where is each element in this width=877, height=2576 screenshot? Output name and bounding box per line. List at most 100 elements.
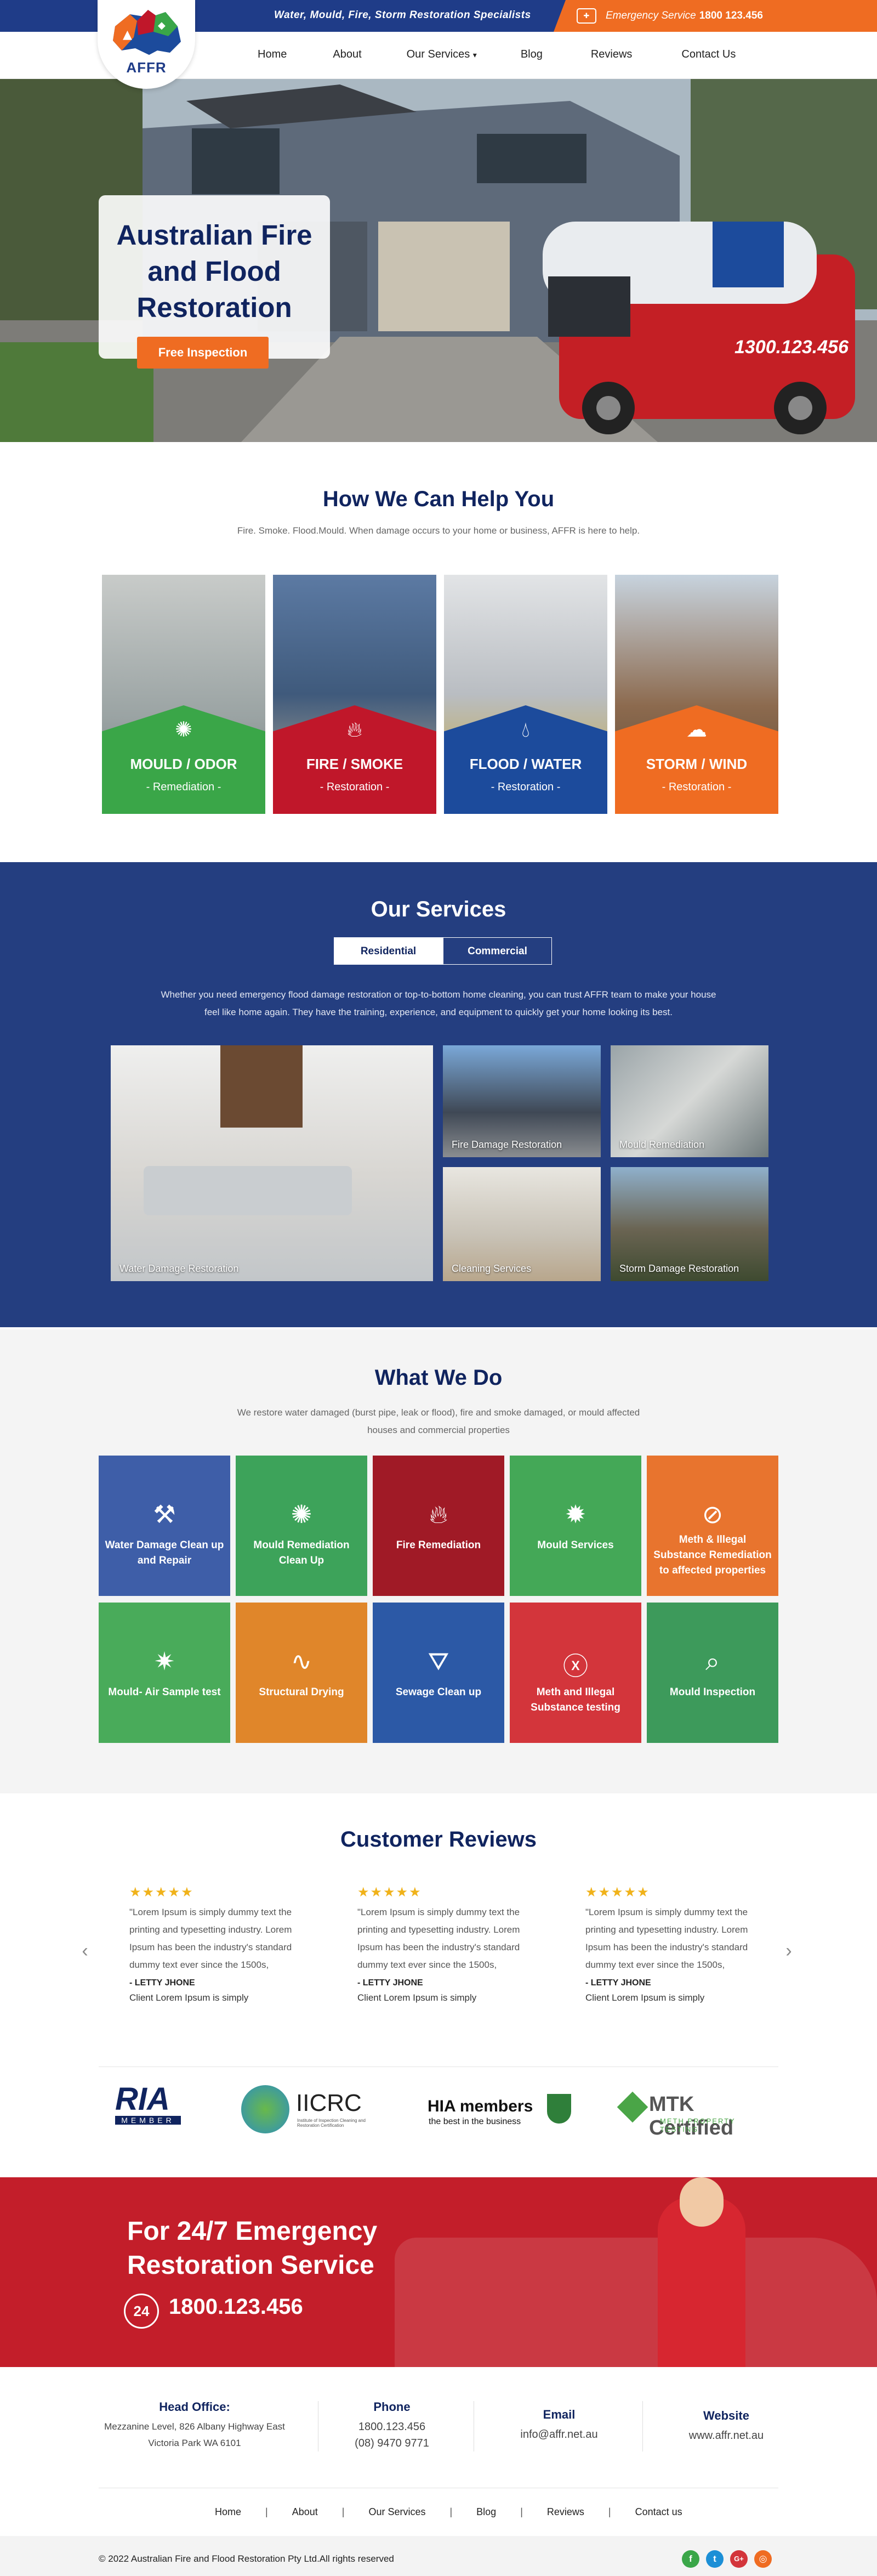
svg-text:◆: ◆ bbox=[158, 20, 166, 31]
reviews-prev-arrow[interactable]: ‹ bbox=[77, 1940, 93, 1962]
emergency-title: For 24/7 Emergency Restoration Service bbox=[127, 2217, 378, 2280]
email-value[interactable]: info@affr.net.au bbox=[482, 2426, 636, 2443]
reviews-heading: Customer Reviews bbox=[340, 1827, 537, 1852]
service-label: Cleaning Services bbox=[452, 1263, 532, 1274]
services-heading: Our Services bbox=[371, 897, 506, 921]
mtk-diamond-icon bbox=[617, 2091, 648, 2123]
service-fire-damage[interactable]: Fire Damage Restoration bbox=[443, 1045, 601, 1157]
logo-text: AFFR bbox=[126, 59, 167, 76]
phone-2[interactable]: (08) 9470 9771 bbox=[329, 2435, 455, 2452]
service-water-damage[interactable]: Water Damage Restoration bbox=[111, 1045, 433, 1281]
service-mould-remediation[interactable]: Mould Remediation bbox=[611, 1045, 768, 1157]
hia-badge-icon bbox=[547, 2094, 571, 2124]
phone-1[interactable]: 1800.123.456 bbox=[329, 2419, 455, 2435]
what-we-do-subtitle: We restore water damaged (burst pipe, le… bbox=[237, 1407, 640, 1435]
separator: | bbox=[265, 2506, 268, 2517]
free-inspection-button[interactable]: Free Inspection bbox=[137, 337, 269, 369]
footer-navigation: Home | About | Our Services | Blog | Reviews… bbox=[208, 2506, 682, 2518]
rating-stars: ★★★★★ bbox=[357, 1885, 422, 1900]
ria-logo-text: RIA bbox=[115, 2081, 170, 2117]
separator: | bbox=[520, 2506, 523, 2517]
footer-link-reviews[interactable]: Reviews bbox=[547, 2506, 584, 2518]
nav-reviews[interactable]: Reviews bbox=[591, 48, 633, 61]
help-card-mould[interactable]: ✺ MOULD / ODOR - Remediation - bbox=[102, 575, 265, 814]
instagram-icon[interactable]: ◎ bbox=[754, 2550, 772, 2568]
logo[interactable]: ▲ ◆ AFFR bbox=[98, 0, 195, 89]
tab-commercial[interactable]: Commercial bbox=[443, 937, 552, 965]
footer-link-home[interactable]: Home bbox=[215, 2506, 241, 2518]
help-card-flood[interactable]: 💧︎ FLOOD / WATER - Restoration - bbox=[444, 575, 607, 814]
tile-mould-services[interactable]: ✹ Mould Services bbox=[510, 1456, 641, 1596]
tile-water-damage[interactable]: ⚒ Water Damage Clean up and Repair bbox=[99, 1456, 230, 1596]
tile-mould-inspection[interactable]: ⌕ Mould Inspection bbox=[647, 1603, 778, 1743]
facebook-icon[interactable]: f bbox=[682, 2550, 699, 2568]
iicrc-text: IICRC bbox=[296, 2090, 362, 2116]
emergency-text: Emergency Service 1800 123.456 bbox=[606, 10, 763, 21]
google-plus-icon[interactable]: G+ bbox=[730, 2550, 748, 2568]
nav-links: Home About Our Services ▾ Blog Reviews C… bbox=[258, 48, 736, 61]
help-card-storm[interactable]: ☁ STORM / WIND - Restoration - bbox=[615, 575, 778, 814]
tile-label: Mould Inspection bbox=[669, 1686, 756, 1698]
footer-link-contact[interactable]: Contact us bbox=[635, 2506, 682, 2518]
review-card: ★★★★★ "Lorem Ipsum is simply dummy text … bbox=[357, 1884, 544, 2003]
tile-label: Mould Remediation Clean Up bbox=[253, 1539, 350, 1566]
services-tabs: Residential Commercial bbox=[334, 937, 552, 965]
tile-structural-drying[interactable]: ∿ Structural Drying bbox=[236, 1603, 367, 1743]
tile-meth-testing[interactable]: ⓧ Meth and Illegal Substance testing bbox=[510, 1603, 641, 1743]
emergency-banner[interactable]: ✚ Emergency Service 1800 123.456 bbox=[554, 0, 877, 32]
review-card: ★★★★★ "Lorem Ipsum is simply dummy text … bbox=[585, 1884, 772, 2003]
nav-home[interactable]: Home bbox=[258, 48, 287, 61]
tile-meth-remediation[interactable]: ⊘ Meth & Illegal Substance Remediation t… bbox=[647, 1456, 778, 1596]
tile-label: Meth & Illegal Substance Remediation to … bbox=[653, 1534, 772, 1576]
tab-residential[interactable]: Residential bbox=[334, 937, 443, 965]
globe-icon bbox=[241, 2085, 289, 2133]
mtk-logo[interactable]: MTK Certified METH PROPERTY TESTING bbox=[617, 2083, 775, 2139]
footer-link-about[interactable]: About bbox=[292, 2506, 318, 2518]
sofa-image bbox=[144, 1166, 352, 1215]
review-text: "Lorem Ipsum is simply dummy text the pr… bbox=[585, 1907, 748, 1970]
help-card-fire[interactable]: 🔥︎ FIRE / SMOKE - Restoration - bbox=[273, 575, 436, 814]
service-cleaning[interactable]: Cleaning Services bbox=[443, 1167, 601, 1281]
tile-fire-remediation[interactable]: 🔥︎ Fire Remediation bbox=[373, 1456, 504, 1596]
hia-logo[interactable]: HIA members the best in the business bbox=[428, 2083, 576, 2132]
website-value[interactable]: www.affr.net.au bbox=[652, 2427, 800, 2444]
emergency-section: For 24/7 Emergency Restoration Service 2… bbox=[0, 2177, 877, 2367]
service-label: Storm Damage Restoration bbox=[619, 1263, 739, 1274]
page: Water, Mould, Fire, Storm Restoration Sp… bbox=[0, 0, 877, 2576]
nav-about[interactable]: About bbox=[333, 48, 361, 61]
nav-contact-us[interactable]: Contact Us bbox=[681, 48, 736, 61]
tile-sewage[interactable]: ⛛ Sewage Clean up bbox=[373, 1603, 504, 1743]
rating-stars: ★★★★★ bbox=[129, 1885, 194, 1900]
help-card-sub: - Restoration - bbox=[320, 781, 390, 793]
emergency-phone-number[interactable]: 1800.123.456 bbox=[169, 2295, 303, 2319]
help-heading: How We Can Help You bbox=[322, 487, 555, 511]
review-text: "Lorem Ipsum is simply dummy text the pr… bbox=[357, 1907, 520, 1970]
help-card-sub: - Remediation - bbox=[146, 781, 221, 793]
website-label: Website bbox=[703, 2409, 749, 2422]
footer-link-blog[interactable]: Blog bbox=[476, 2506, 496, 2518]
phone-label: Phone bbox=[373, 2400, 411, 2414]
email-label: Email bbox=[543, 2408, 576, 2421]
iicrc-logo[interactable]: IICRC Institute of Inspection Cleaning a… bbox=[241, 2083, 373, 2133]
twitter-icon[interactable]: t bbox=[706, 2550, 724, 2568]
office-address: Mezzanine Level, 826 Albany Highway East… bbox=[104, 2421, 285, 2448]
emergency-phone[interactable]: 1800 123.456 bbox=[699, 10, 763, 21]
nav-our-services[interactable]: Our Services ▾ bbox=[407, 48, 477, 61]
separator: | bbox=[341, 2506, 345, 2517]
van-image bbox=[395, 2238, 877, 2367]
footer-link-services[interactable]: Our Services bbox=[368, 2506, 425, 2518]
phone-24-icon: 24 bbox=[124, 2294, 159, 2329]
help-card-title: FLOOD / WATER bbox=[469, 756, 582, 772]
reviews-next-arrow[interactable]: › bbox=[781, 1940, 797, 1962]
technician-head bbox=[680, 2177, 724, 2227]
ria-logo[interactable]: RIA MEMBER bbox=[115, 2083, 197, 2132]
tile-air-sample[interactable]: ✷ Mould- Air Sample test bbox=[99, 1603, 230, 1743]
storm-cloud-icon: ☁ bbox=[686, 718, 707, 741]
nav-blog[interactable]: Blog bbox=[521, 48, 543, 61]
office-label: Head Office: bbox=[159, 2400, 230, 2414]
mtk-sub: METH PROPERTY TESTING bbox=[660, 2117, 736, 2133]
help-card-sub: - Restoration - bbox=[662, 781, 732, 793]
virus-icon: ✹ bbox=[565, 1500, 586, 1528]
service-storm-damage[interactable]: Storm Damage Restoration bbox=[611, 1167, 768, 1281]
tile-mould-remediation[interactable]: ✺ Mould Remediation Clean Up bbox=[236, 1456, 367, 1596]
